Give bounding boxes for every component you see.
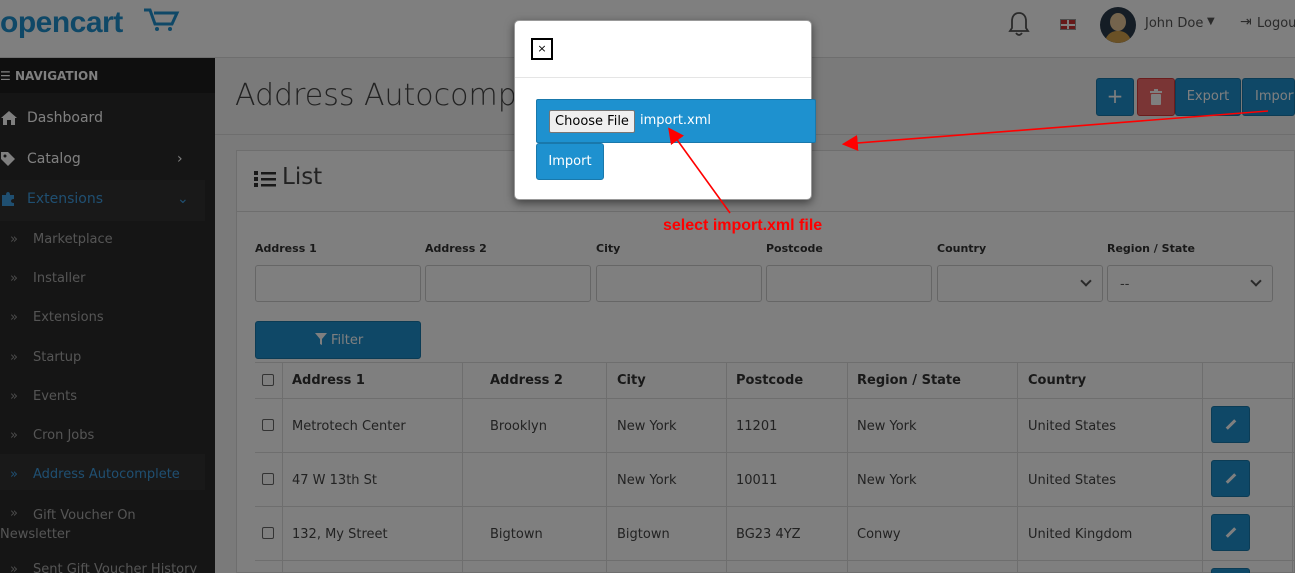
selected-file-name: import.xml: [640, 113, 712, 128]
close-button[interactable]: ×: [531, 38, 553, 60]
annotation-text: select import.xml file: [663, 217, 823, 234]
import-modal: × Choose File import.xml Import: [514, 20, 816, 200]
choose-file-button[interactable]: Choose File: [549, 110, 635, 133]
file-input-row[interactable]: Choose File import.xml: [536, 99, 816, 143]
modal-import-button[interactable]: Import: [536, 143, 604, 180]
modal-header: ×: [515, 21, 811, 78]
